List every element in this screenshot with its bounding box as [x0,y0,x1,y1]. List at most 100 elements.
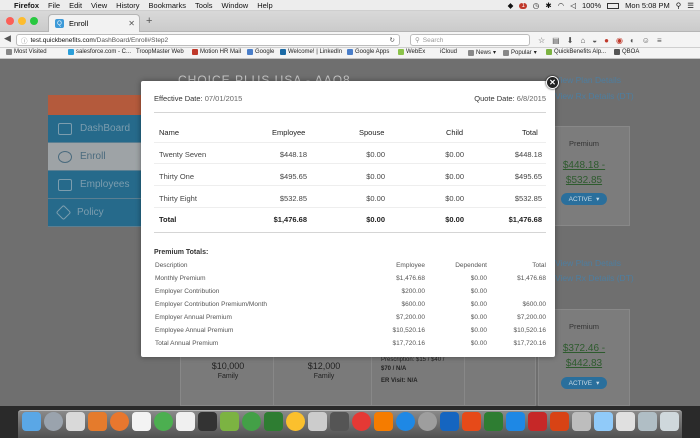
folder-icon [503,49,509,56]
itunes-icon[interactable] [352,412,371,431]
addon-red-icon[interactable]: ● [604,36,609,45]
premium-range-high[interactable]: $442.83 [539,356,629,371]
documents-stack-icon[interactable] [594,412,613,431]
sidebar-item-employees[interactable]: Employees [48,171,141,199]
ibooks-icon[interactable] [374,412,393,431]
downloads-icon[interactable]: ⬇ [567,36,574,45]
active-toggle-button[interactable]: ACTIVE ▾ [561,377,607,389]
new-tab-plus-icon[interactable]: + [146,15,152,27]
home-icon[interactable]: ⌂ [580,36,585,45]
search-box[interactable]: ⚲ Search [410,34,530,46]
premium-totals-title: Premium Totals: [154,249,209,256]
menu-edit[interactable]: Edit [69,1,82,10]
sidebar-item-dashboard[interactable]: DashBoard [48,115,141,143]
bookmark-salesforce[interactable]: salesforce.com - C... [68,49,131,55]
messages-icon[interactable] [242,412,261,431]
dropbox-icon[interactable]: ◆ [508,1,514,10]
view-plan-details-link[interactable]: View Plan Details [555,75,621,85]
view-plan-details-link[interactable]: View Plan Details [555,258,621,268]
contacts-icon[interactable] [66,412,85,431]
bookmark-troopmaster[interactable]: TroopMaster Web [136,49,184,55]
menu-history[interactable]: History [116,1,139,10]
trash-icon[interactable] [660,412,679,431]
sidebar-item-enroll[interactable]: Enroll [48,143,141,171]
sidebar-item-policy[interactable]: Policy [48,199,141,227]
volume-icon[interactable]: ◁ [570,1,576,10]
terminal-icon[interactable] [198,412,217,431]
bookmark-google[interactable]: Google [247,49,274,55]
bookmark-motion-hr-mail[interactable]: Motion HR Mail [192,49,241,55]
view-rx-details-link[interactable]: View Rx Details (DT) [555,91,634,101]
photos-icon[interactable] [286,412,305,431]
acrobat-icon[interactable] [528,412,547,431]
bookmark-quickbenefits[interactable]: QuickBenefits Alp... [546,49,606,55]
menu-help[interactable]: Help [257,1,272,10]
stack-icon[interactable] [638,412,657,431]
firefox-icon[interactable] [110,412,129,431]
calendar-icon[interactable] [132,412,151,431]
zoom-window-button[interactable] [30,17,38,25]
system-preferences-icon[interactable] [418,412,437,431]
stack-icon[interactable] [616,412,635,431]
tab-close-icon[interactable]: ✕ [128,19,135,28]
bookmark-most-visited[interactable]: Most Visited [6,49,47,55]
back-arrow-icon[interactable]: ◀ [4,33,11,44]
facetime-icon[interactable] [264,412,283,431]
finder-icon[interactable] [22,412,41,431]
menu-bookmarks[interactable]: Bookmarks [149,1,187,10]
clock-text[interactable]: Mon 5:08 PM [625,1,670,10]
wifi-icon[interactable]: ◠ [558,1,565,10]
battery-icon[interactable] [607,2,620,9]
mail-app-icon[interactable] [88,412,107,431]
bookmark-popular[interactable]: Popular ▾ [503,49,537,56]
bookmark-qboa[interactable]: QBOA [614,49,639,55]
reading-list-icon[interactable]: ▤ [552,36,560,45]
addon-gray-icon[interactable]: ◐ [630,36,635,45]
bookmark-news[interactable]: News ▾ [468,49,496,56]
notification-badge[interactable]: 1 [519,2,527,9]
pocket-icon[interactable]: ◒ [592,36,597,45]
menu-window[interactable]: Window [222,1,249,10]
active-toggle-button[interactable]: ACTIVE ▾ [561,193,607,205]
bluetooth-icon[interactable]: ✱ [545,1,551,10]
hamburger-menu-icon[interactable]: ≡ [657,36,662,45]
app-store-icon[interactable] [396,412,415,431]
bookmark-google-apps[interactable]: Google Apps [347,49,389,55]
keynote-icon[interactable] [330,412,349,431]
skype-icon[interactable] [506,412,525,431]
globe-icon: ⓘ [21,38,28,45]
close-window-button[interactable] [6,17,14,25]
numbers-icon[interactable] [220,412,239,431]
addon-lastpass-icon[interactable]: ◉ [616,36,623,45]
spotlight-icon[interactable]: ⚲ [676,1,682,10]
bookmark-icloud[interactable]: iCloud [440,49,457,55]
bookmark-webex[interactable]: WebEx [398,49,425,55]
url-bar[interactable]: ⓘ test.quickbenefits.com/DashBoard/Enrol… [16,34,400,46]
word-icon[interactable] [440,412,459,431]
app-icon[interactable] [550,412,569,431]
downloads-stack-icon[interactable] [572,412,591,431]
linkedin-icon [280,49,286,55]
menu-app-name[interactable]: Firefox [14,1,39,10]
preview-icon[interactable] [308,412,327,431]
menu-file[interactable]: File [48,1,60,10]
bookmark-linkedin[interactable]: Welcome! | LinkedIn [280,49,342,55]
minimize-window-button[interactable] [18,17,26,25]
launchpad-icon[interactable] [44,412,63,431]
battery-percent[interactable]: 100% [582,1,601,10]
bookmark-star-icon[interactable]: ☆ [538,36,545,45]
menu-tools[interactable]: Tools [195,1,213,10]
notification-center-icon[interactable]: ☰ [687,1,694,10]
powerpoint-icon[interactable] [462,412,481,431]
clock-icon[interactable]: ◷ [533,1,540,10]
menu-view[interactable]: View [91,1,107,10]
chrome-icon[interactable] [154,412,173,431]
reload-icon[interactable]: ↻ [390,36,395,44]
qboa-icon [614,49,620,55]
browser-tab-enroll[interactable]: Q Enroll ✕ [48,14,140,32]
modal-close-icon[interactable]: ✕ [546,76,559,89]
notes-icon[interactable] [176,412,195,431]
view-rx-details-link[interactable]: View Rx Details (DT) [555,273,634,283]
excel-icon[interactable] [484,412,503,431]
chat-icon[interactable]: ☺ [642,36,650,45]
